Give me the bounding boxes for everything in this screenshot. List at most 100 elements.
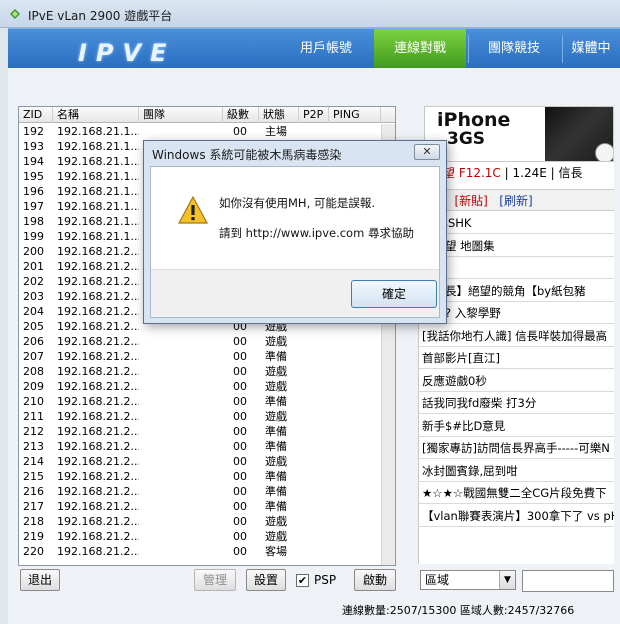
- column-header-name[interactable]: 名稱: [53, 107, 139, 123]
- psp-checkbox[interactable]: ✔: [296, 574, 309, 587]
- warning-dialog: Windows 系統可能被木馬病毒感染 ✕ 如你沒有使用MH, 可能是誤報. 請…: [143, 140, 447, 324]
- column-header-ping[interactable]: PING: [329, 107, 381, 123]
- ok-button[interactable]: 確定: [351, 280, 437, 308]
- cell-zid: 218: [23, 515, 44, 528]
- table-row[interactable]: 214 192.168.21.2... 00 遊戲: [19, 454, 383, 469]
- cell-zid: 208: [23, 365, 44, 378]
- iphone-ad-banner[interactable]: iPhone 3GS: [424, 106, 614, 162]
- cell-name: 192.168.21.2...: [57, 545, 139, 558]
- table-row[interactable]: 210 192.168.21.2... 00 準備: [19, 394, 383, 409]
- news-item[interactable]: ★☆★☆戰國無雙二全CG片段免費下: [419, 482, 614, 504]
- cell-zid: 200: [23, 245, 44, 258]
- news-header-versions[interactable]: | 1.24E | 信長: [501, 166, 583, 180]
- column-header-zid[interactable]: ZID: [19, 107, 53, 123]
- cell-name: 192.168.21.1...: [57, 185, 139, 198]
- table-row[interactable]: 211 192.168.21.2... 00 遊戲: [19, 409, 383, 424]
- table-row[interactable]: 218 192.168.21.2... 00 遊戲: [19, 514, 383, 529]
- cell-name: 192.168.21.2...: [57, 350, 139, 363]
- cell-level: 00: [233, 440, 247, 453]
- news-item[interactable]: [獨家專訪]訪問信長界高手-----可樂N: [419, 437, 614, 459]
- table-row[interactable]: 216 192.168.21.2... 00 準備: [19, 484, 383, 499]
- table-row[interactable]: 207 192.168.21.2... 00 準備: [19, 349, 383, 364]
- news-item[interactable]: 之野望 地圖集: [419, 234, 614, 257]
- cell-status: 遊戲: [265, 410, 287, 423]
- table-row[interactable]: 209 192.168.21.2... 00 遊戲: [19, 379, 383, 394]
- table-row[interactable]: 212 192.168.21.2... 00 準備: [19, 424, 383, 439]
- news-item[interactable]: 田信長】絕望的競角【by紙包豬: [419, 279, 614, 302]
- cell-level: 00: [233, 485, 247, 498]
- cell-status: 遊戲: [265, 380, 287, 393]
- table-row[interactable]: 213 192.168.21.2... 00 準備: [19, 439, 383, 454]
- cell-name: 192.168.21.2...: [57, 470, 139, 483]
- manage-button[interactable]: 管理: [194, 569, 236, 591]
- column-header-level[interactable]: 級數: [223, 107, 259, 123]
- cell-status: 準備: [265, 395, 287, 408]
- cell-zid: 198: [23, 215, 44, 228]
- news-item[interactable]: 故事: [419, 257, 614, 279]
- news-item[interactable]: 舒服? 入黎學野: [419, 302, 614, 324]
- cell-zid: 204: [23, 305, 44, 318]
- cell-status: 準備: [265, 470, 287, 483]
- table-row[interactable]: 208 192.168.21.2... 00 遊戲: [19, 364, 383, 379]
- cell-name: 192.168.21.2...: [57, 500, 139, 513]
- app-icon: [10, 9, 20, 19]
- dialog-body: 如你沒有使用MH, 可能是誤報. 請到 http://www.ipve.com …: [150, 166, 440, 318]
- table-row[interactable]: 220 192.168.21.2... 00 客場: [19, 544, 383, 559]
- cell-name: 192.168.21.2...: [57, 260, 139, 273]
- cell-level: 00: [233, 455, 247, 468]
- nav-tab-user-account[interactable]: 用戶帳號: [278, 29, 374, 69]
- cell-name: 192.168.21.2...: [57, 305, 139, 318]
- column-header-p2p[interactable]: P2P: [299, 107, 329, 123]
- cell-level: 00: [233, 425, 247, 438]
- table-row[interactable]: 192 192.168.21.1... 00 主場: [19, 124, 383, 139]
- nav-tab-online-battle[interactable]: 連線對戰: [374, 29, 466, 69]
- table-row[interactable]: 219 192.168.21.2... 00 遊戲: [19, 529, 383, 544]
- ad-title: iPhone: [437, 109, 511, 131]
- cell-level: 00: [233, 410, 247, 423]
- news-item[interactable]: 首部影片[直江]: [419, 347, 614, 369]
- cell-zid: 216: [23, 485, 44, 498]
- news-item[interactable]: 話我同我fd廢柴 打3分: [419, 392, 614, 414]
- table-header: ZID 名稱 團隊 級數 狀態 P2P PING: [19, 107, 395, 123]
- cell-status: 準備: [265, 350, 287, 363]
- table-row[interactable]: 206 192.168.21.2... 00 遊戲: [19, 334, 383, 349]
- region-select-value: 區域: [425, 573, 450, 587]
- news-item[interactable]: 反應遊戲0秒: [419, 369, 614, 392]
- news-item[interactable]: [我話你地冇人識] 信長咩裝加得最高: [419, 324, 614, 347]
- nav-tab-media[interactable]: 媒體中: [562, 29, 620, 69]
- dialog-title: Windows 系統可能被木馬病毒感染: [152, 148, 342, 162]
- cell-name: 192.168.21.1...: [57, 170, 139, 183]
- cell-name: 192.168.21.2...: [57, 440, 139, 453]
- cell-name: 192.168.21.2...: [57, 365, 139, 378]
- column-header-team[interactable]: 團隊: [139, 107, 223, 123]
- cell-name: 192.168.21.1...: [57, 140, 139, 153]
- news-item[interactable]: 【vlan聯賽表演片】300拿下了 vs pH: [419, 504, 614, 527]
- cell-zid: 212: [23, 425, 44, 438]
- cell-name: 192.168.21.2...: [57, 380, 139, 393]
- cell-name: 192.168.21.1...: [57, 155, 139, 168]
- region-select[interactable]: 區域 ▼: [420, 570, 516, 590]
- cell-level: 00: [233, 380, 247, 393]
- news-tab-refresh[interactable]: [刷新]: [499, 194, 532, 208]
- exit-button[interactable]: 退出: [20, 569, 60, 591]
- news-tab-new-post[interactable]: [新貼]: [454, 194, 487, 208]
- dialog-message-line2: 請到 http://www.ipve.com 尋求協助: [219, 226, 414, 240]
- cell-name: 192.168.21.2...: [57, 530, 139, 543]
- search-input[interactable]: [522, 570, 614, 592]
- settings-button[interactable]: 設置: [246, 569, 286, 591]
- table-row[interactable]: 217 192.168.21.2... 00 準備: [19, 499, 383, 514]
- cell-zid: 219: [23, 530, 44, 543]
- column-header-status[interactable]: 狀態: [259, 107, 299, 123]
- news-item[interactable]: 冰封圖賓錄,屈到咁: [419, 459, 614, 482]
- news-item[interactable]: AF與SHK: [419, 212, 614, 234]
- cell-status: 準備: [265, 425, 287, 438]
- cell-zid: 199: [23, 230, 44, 243]
- news-item[interactable]: 新手$#比D意見: [419, 414, 614, 437]
- table-row[interactable]: 215 192.168.21.2... 00 準備: [19, 469, 383, 484]
- cell-zid: 210: [23, 395, 44, 408]
- chevron-down-icon[interactable]: ▼: [499, 571, 515, 589]
- dialog-close-button[interactable]: ✕: [414, 144, 440, 160]
- news-tabs: 話題 [新貼] [刷新]: [419, 189, 614, 211]
- nav-tab-team-competition[interactable]: 團隊競技: [468, 29, 560, 69]
- start-button[interactable]: 啟動: [354, 569, 396, 591]
